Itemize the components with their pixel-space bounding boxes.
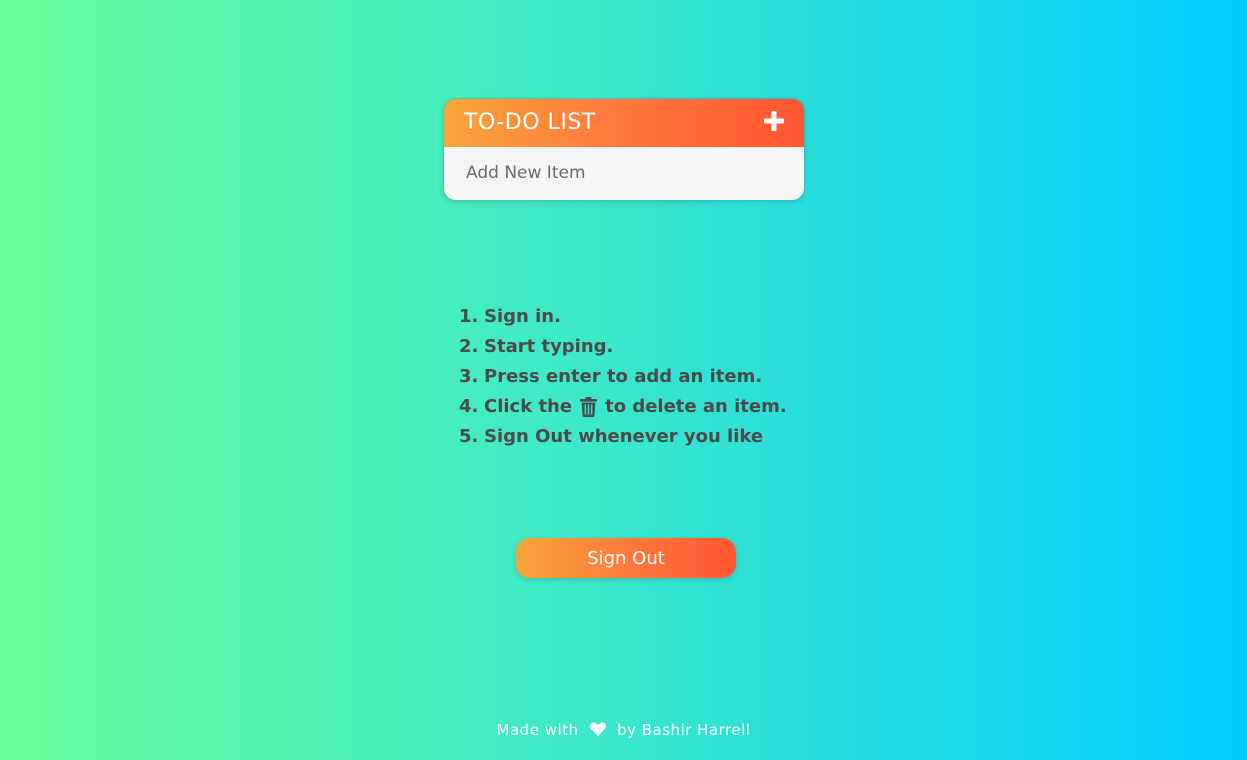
footer: Made with by Bashir Harrell (0, 721, 1247, 739)
new-item-input[interactable] (466, 159, 776, 187)
instruction-number: 4. (459, 396, 479, 417)
instruction-text: to delete an item. (605, 396, 787, 417)
instruction-number: 3. (459, 366, 479, 387)
heart-icon (589, 722, 606, 736)
instruction-text: Click the (484, 396, 573, 417)
instruction-item: 2. Start typing. (459, 332, 787, 362)
plus-icon (764, 111, 784, 131)
card-title: TO-DO LIST (464, 110, 596, 135)
instruction-item: 1. Sign in. (459, 302, 787, 332)
instruction-text: Press enter to add an item. (484, 366, 763, 387)
instruction-number: 2. (459, 336, 479, 357)
instruction-text: Sign in. (484, 306, 561, 327)
footer-text-start: Made with (496, 721, 579, 739)
instruction-text: Start typing. (484, 336, 614, 357)
instruction-item: 3. Press enter to add an item. (459, 362, 787, 392)
add-item-button[interactable] (764, 111, 784, 131)
footer-text-end: by Bashir Harrell (617, 721, 751, 739)
card-body (444, 147, 804, 200)
instruction-item: 4. Click the to delete an item. (459, 392, 787, 422)
todo-card: TO-DO LIST (443, 98, 805, 201)
instruction-item: 5. Sign Out whenever you like (459, 422, 787, 452)
instruction-number: 5. (459, 426, 479, 447)
card-header: TO-DO LIST (444, 99, 804, 147)
instructions-list: 1. Sign in. 2. Start typing. 3. Press en… (459, 302, 787, 452)
instruction-number: 1. (459, 306, 479, 327)
trash-icon (580, 397, 598, 417)
instruction-text: Sign Out whenever you like (484, 426, 764, 447)
sign-out-button[interactable]: Sign Out (516, 538, 736, 578)
